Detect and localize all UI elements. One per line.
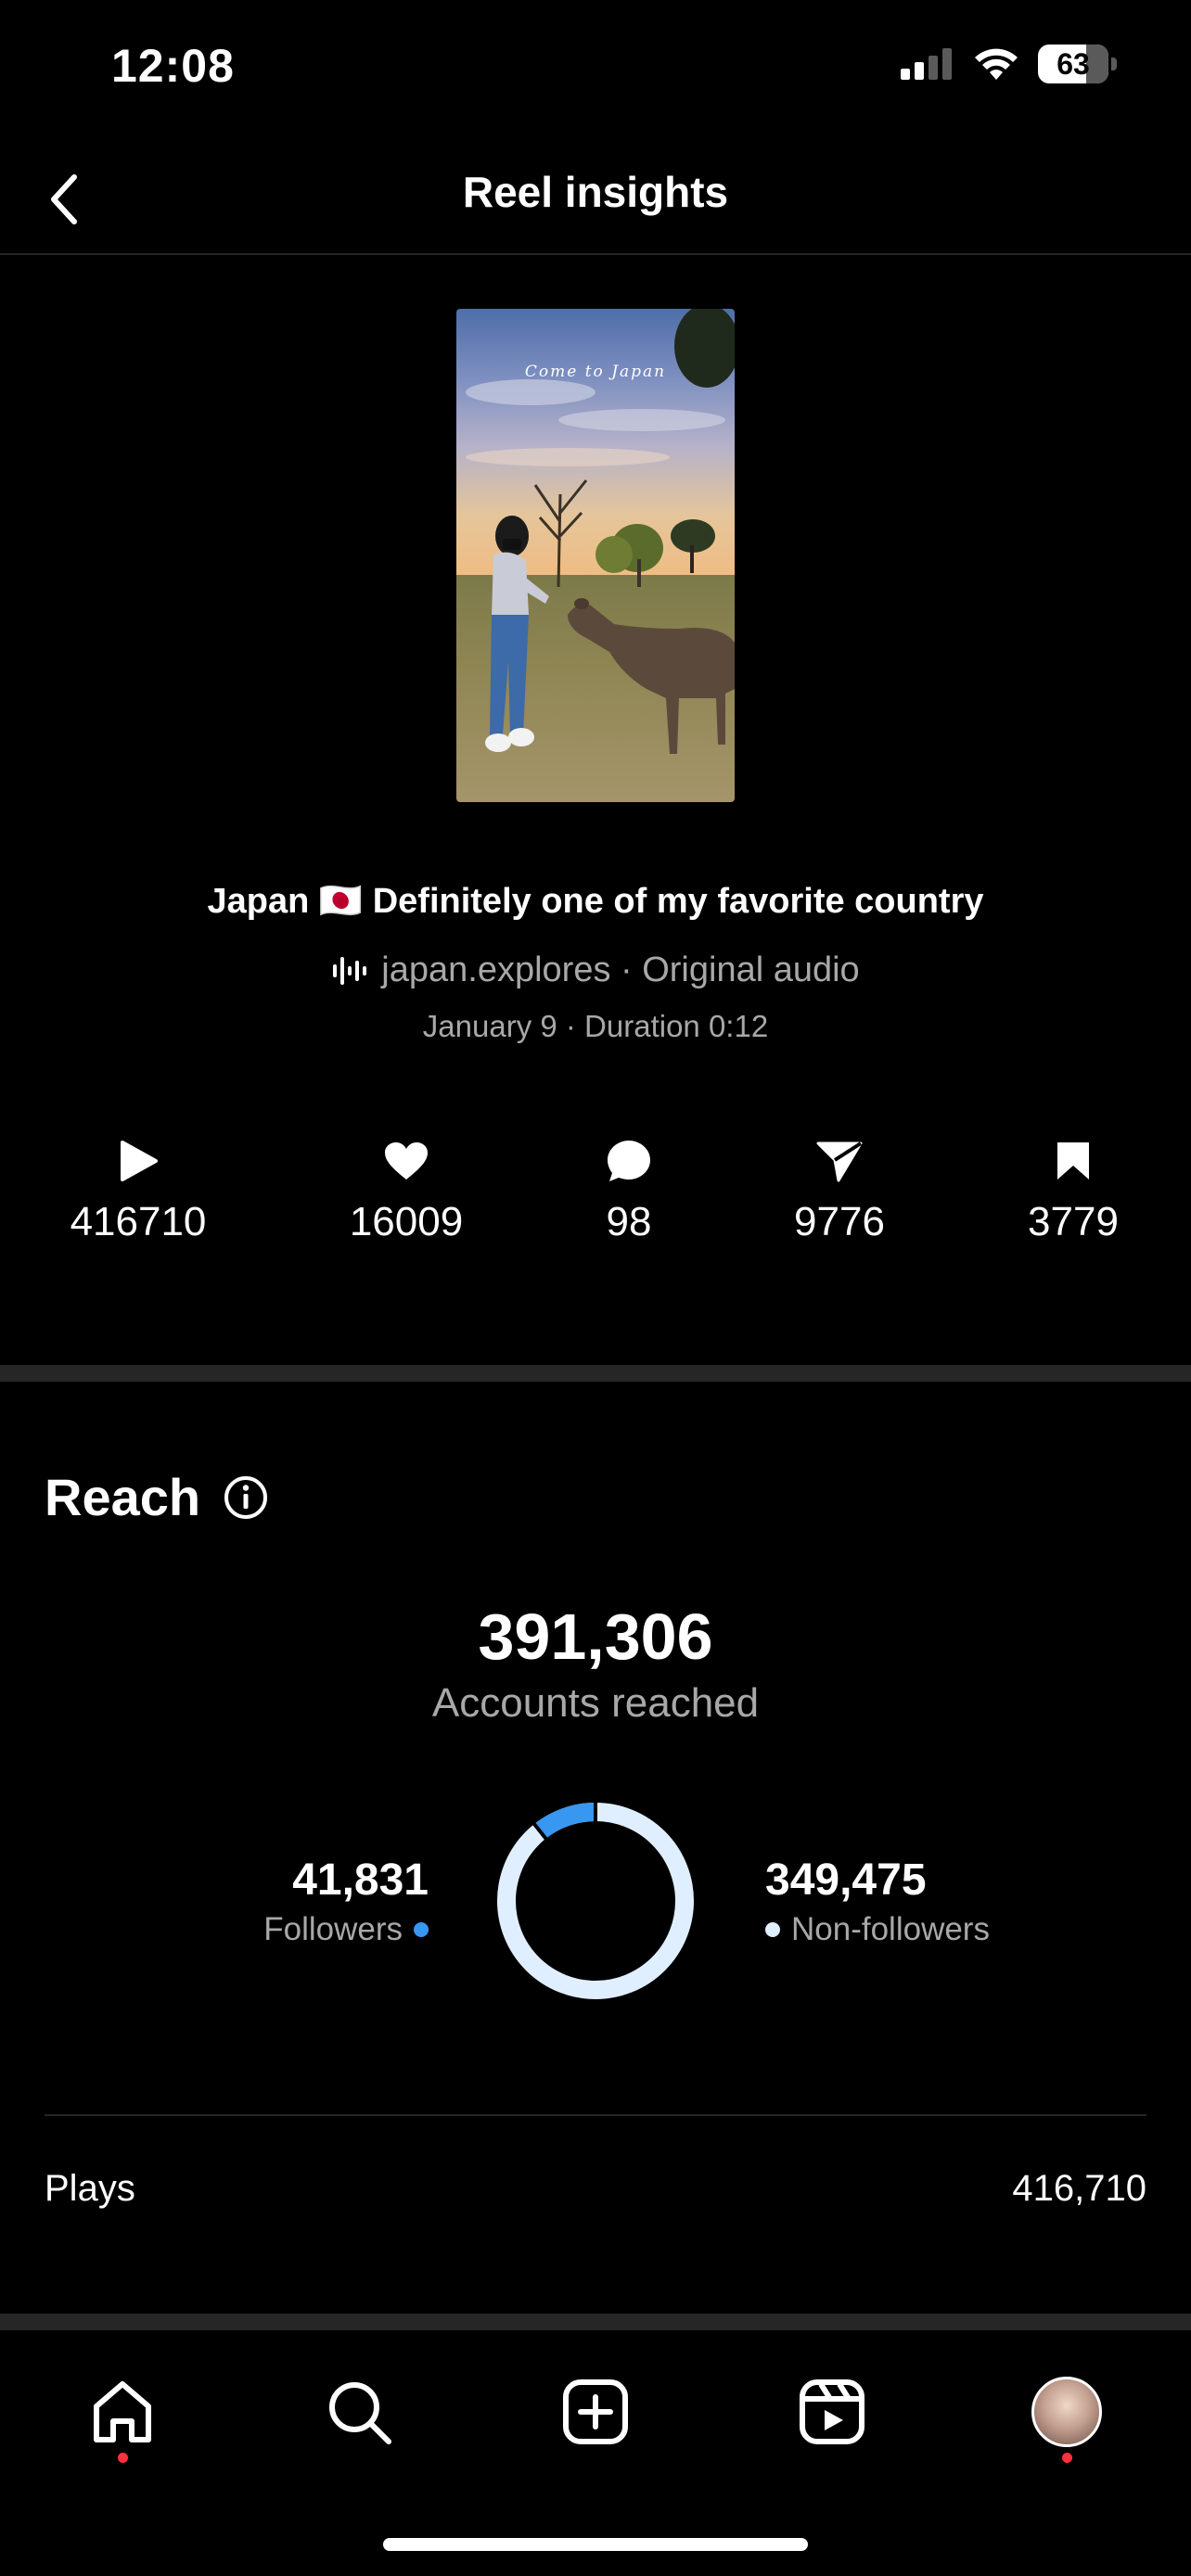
likes-count: 16009 bbox=[349, 1199, 464, 1244]
comment-icon bbox=[608, 1141, 650, 1181]
info-icon[interactable] bbox=[223, 1474, 269, 1521]
plays-row: Plays 416,710 bbox=[45, 2168, 1146, 2210]
status-bar: 12:08 63 bbox=[0, 0, 1191, 139]
profile-avatar bbox=[1031, 2377, 1102, 2447]
battery-indicator: 63 bbox=[1038, 45, 1117, 83]
profile-notification-dot bbox=[1061, 2453, 1072, 2463]
tab-create[interactable] bbox=[540, 2377, 651, 2469]
reach-heading: Reach bbox=[45, 1467, 269, 1527]
stat-likes: 16009 bbox=[304, 1136, 508, 1245]
non-followers-value: 349,475 bbox=[765, 1855, 927, 1905]
engagement-stats: 416710 16009 98 9776 3779 bbox=[0, 1136, 1191, 1256]
audio-label: japan.explores · Original audio bbox=[381, 950, 860, 989]
reel-caption: Japan 🇯🇵 Definitely one of my favorite c… bbox=[207, 882, 984, 921]
stat-shares: 9776 bbox=[737, 1136, 941, 1245]
status-time: 12:08 bbox=[111, 40, 235, 92]
play-icon bbox=[121, 1141, 158, 1181]
reach-title: Reach bbox=[45, 1468, 201, 1526]
plays-row-value: 416,710 bbox=[1012, 2168, 1146, 2209]
donut-non-followers-arc bbox=[497, 1803, 694, 1999]
tab-home[interactable] bbox=[67, 2377, 178, 2469]
section-divider-bottom bbox=[0, 2314, 1191, 2330]
followers-legend-dot bbox=[414, 1922, 429, 1937]
section-divider bbox=[0, 1365, 1191, 1382]
stat-saves: 3779 bbox=[971, 1136, 1175, 1245]
saves-count: 3779 bbox=[1028, 1199, 1119, 1244]
thumbnail-caption: Come to Japan bbox=[524, 363, 667, 381]
home-icon bbox=[94, 2381, 151, 2442]
non-followers-label: Non-followers bbox=[791, 1911, 990, 1947]
stat-plays: 416710 bbox=[36, 1136, 240, 1245]
reel-thumbnail[interactable]: Come to Japan bbox=[456, 309, 735, 802]
search-icon bbox=[329, 2382, 391, 2444]
accounts-reached-label: Accounts reached bbox=[431, 1680, 760, 1726]
heart-icon bbox=[385, 1142, 428, 1180]
followers-label: Followers bbox=[263, 1911, 403, 1947]
home-notification-dot bbox=[117, 2453, 128, 2463]
create-icon bbox=[563, 2379, 628, 2444]
plays-row-label: Plays bbox=[45, 2168, 135, 2209]
row-divider bbox=[45, 2114, 1146, 2116]
share-icon bbox=[816, 1141, 863, 1182]
tab-search[interactable] bbox=[303, 2377, 415, 2469]
audio-info[interactable]: japan.explores · Original audio bbox=[0, 950, 1191, 990]
accounts-reached-value: 391,306 bbox=[478, 1600, 713, 1673]
reel-date-duration: January 9 · Duration 0:12 bbox=[422, 1009, 769, 1043]
stat-comments: 98 bbox=[527, 1136, 731, 1245]
tab-reels[interactable] bbox=[776, 2377, 888, 2469]
reels-icon bbox=[800, 2379, 864, 2444]
nav-header: Reel insights bbox=[0, 139, 1191, 255]
bookmark-icon bbox=[1057, 1142, 1089, 1180]
battery-level: 63 bbox=[1057, 46, 1090, 81]
followers-segment: 41,831 Followers bbox=[263, 1855, 429, 1948]
home-indicator bbox=[383, 2538, 808, 2551]
status-icons: 63 bbox=[901, 45, 1117, 83]
page-title: Reel insights bbox=[462, 168, 729, 216]
followers-value: 41,831 bbox=[292, 1855, 429, 1905]
comments-count: 98 bbox=[606, 1199, 652, 1244]
cellular-signal-icon bbox=[901, 48, 952, 80]
reach-donut-chart bbox=[497, 1799, 694, 1999]
audio-waveform-icon bbox=[333, 956, 367, 985]
non-followers-segment: 349,475 Non-followers bbox=[765, 1855, 990, 1948]
shares-count: 9776 bbox=[794, 1199, 885, 1244]
non-followers-legend-dot bbox=[765, 1922, 780, 1937]
plays-count: 416710 bbox=[70, 1199, 207, 1244]
tab-profile[interactable] bbox=[1011, 2377, 1122, 2469]
wifi-icon bbox=[975, 48, 1018, 80]
